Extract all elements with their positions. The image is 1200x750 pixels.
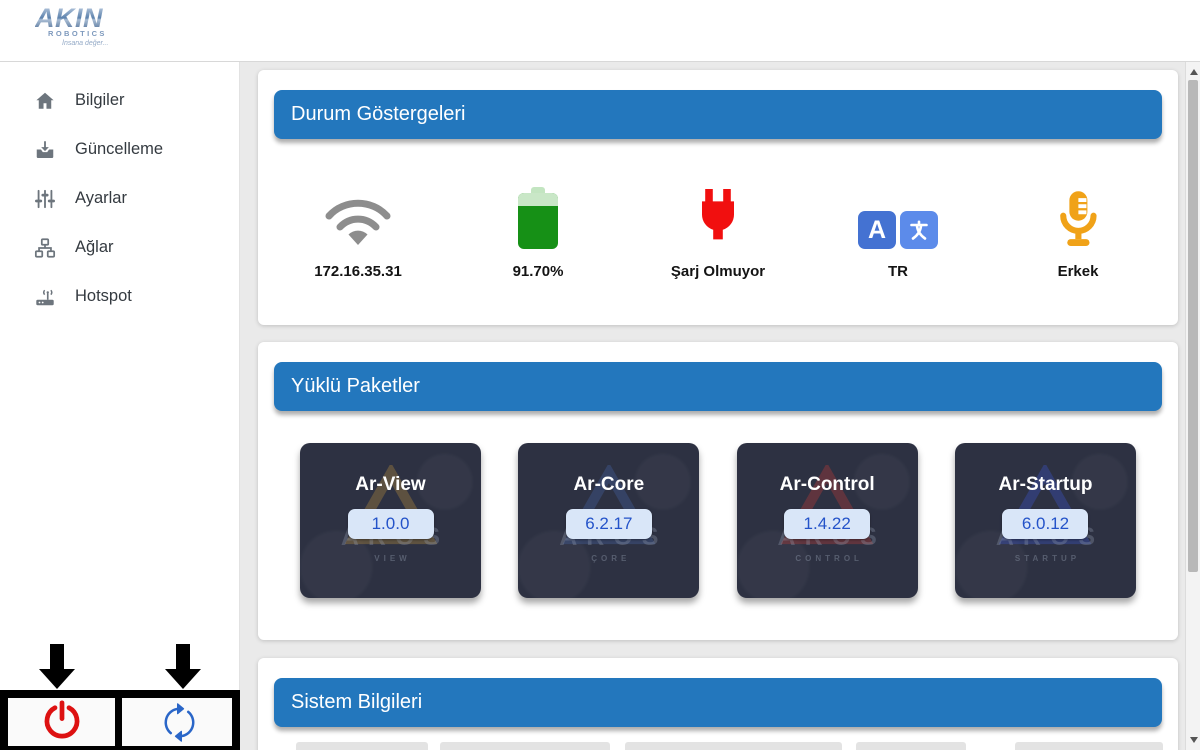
system-table-header-cell — [856, 742, 966, 750]
system-card: Sistem Bilgileri — [258, 658, 1178, 750]
status-card-title: Durum Göstergeleri — [291, 103, 466, 125]
packages-card: Yüklü Paketler AROS VIEW Ar-View 1.0.0 A… — [258, 342, 1178, 640]
package-name: Ar-View — [355, 474, 426, 495]
voice-gender-value: Erkek — [1057, 263, 1099, 280]
aros-watermark-sub: CONTROL — [795, 554, 863, 563]
indicator-ip: 172.16.35.31 — [268, 179, 448, 280]
package-card-ar-core: AROS ÇORE Ar-Core 6.2.17 — [518, 443, 700, 598]
aros-watermark-sub: VIEW — [374, 554, 411, 563]
indicator-language: A TR — [808, 179, 988, 280]
package-name: Ar-Startup — [998, 474, 1093, 495]
sidebar-footer-band — [0, 690, 240, 750]
sidebar-item-bilgiler[interactable]: Bilgiler — [0, 76, 239, 125]
status-card-header: Durum Göstergeleri — [274, 90, 1162, 139]
sidebar-item-label: Ayarlar — [75, 189, 127, 207]
language-value: TR — [888, 263, 908, 280]
system-table-header-cell — [625, 742, 842, 750]
system-card-header: Sistem Bilgileri — [274, 678, 1162, 727]
charging-status-value: Şarj Olmuyor — [670, 263, 766, 280]
restart-button[interactable] — [122, 698, 232, 746]
package-card-ar-startup: AROS STARTUP Ar-Startup 6.0.12 — [954, 443, 1136, 598]
indicator-voice: Erkek — [988, 179, 1168, 280]
translate-icon: A — [858, 179, 938, 249]
sliders-icon — [33, 187, 56, 210]
power-icon — [41, 699, 83, 746]
status-card: Durum Göstergeleri 172.16.35.31 91.70% Ş… — [258, 70, 1178, 325]
indicator-battery: 91.70% — [448, 179, 628, 280]
system-card-title: Sistem Bilgileri — [291, 691, 423, 713]
power-button[interactable] — [8, 698, 115, 746]
packages-row: AROS VIEW Ar-View 1.0.0 AROS ÇORE Ar-Cor… — [258, 443, 1178, 598]
sidebar-nav: Bilgiler Güncelleme Ayarlar Ağlar Hotspo… — [0, 62, 239, 321]
logo-title: AKIN — [35, 5, 108, 32]
logo-tagline: İnsana değer... — [62, 39, 109, 47]
sidebar-item-label: Hotspot — [75, 287, 132, 305]
sidebar-item-label: Bilgiler — [75, 91, 125, 109]
package-version-badge: 6.0.12 — [1002, 509, 1089, 539]
aros-watermark-sub: ÇORE — [591, 554, 631, 563]
annotation-arrow-restart — [165, 644, 201, 689]
akin-robotics-logo: AKIN ROBOTICS İnsana değer... — [35, 5, 108, 47]
home-icon — [33, 89, 56, 112]
sidebar-item-label: Güncelleme — [75, 140, 164, 158]
vertical-scrollbar — [1185, 62, 1200, 750]
network-icon — [33, 236, 56, 259]
package-name: Ar-Control — [779, 474, 875, 495]
scrollbar-down-arrow[interactable] — [1186, 732, 1200, 748]
aros-watermark-sub: STARTUP — [1014, 554, 1081, 563]
sidebar: Bilgiler Güncelleme Ayarlar Ağlar Hotspo… — [0, 62, 240, 750]
system-table-header-cell — [296, 742, 428, 750]
microphone-icon — [1055, 179, 1101, 249]
ip-address-value: 172.16.35.31 — [314, 263, 402, 280]
wifi-icon — [321, 179, 395, 249]
router-icon — [33, 285, 56, 308]
sidebar-item-ayarlar[interactable]: Ayarlar — [0, 174, 239, 223]
indicator-charging: Şarj Olmuyor — [628, 179, 808, 280]
status-indicators: 172.16.35.31 91.70% Şarj Olmuyor A TR Er… — [258, 179, 1178, 280]
packages-card-header: Yüklü Paketler — [274, 362, 1162, 411]
package-version-badge: 1.0.0 — [347, 509, 434, 539]
battery-icon — [518, 179, 558, 249]
plug-icon — [695, 179, 741, 249]
sidebar-item-hotspot[interactable]: Hotspot — [0, 272, 239, 321]
scrollbar-thumb[interactable] — [1188, 80, 1198, 572]
package-name: Ar-Core — [573, 474, 645, 495]
package-version-badge: 1.4.22 — [784, 509, 871, 539]
sidebar-item-aglar[interactable]: Ağlar — [0, 223, 239, 272]
sidebar-item-guncelleme[interactable]: Güncelleme — [0, 125, 239, 174]
system-table-header-cell — [1015, 742, 1163, 750]
app-root: AKIN ROBOTICS İnsana değer... Bilgiler G… — [0, 0, 1200, 750]
battery-percent-value: 91.70% — [512, 263, 564, 280]
package-card-ar-control: AROS CONTROL Ar-Control 1.4.22 — [736, 443, 918, 598]
battery-empty-segment — [518, 193, 558, 206]
system-table-header-cell — [440, 742, 610, 750]
package-card-ar-view: AROS VIEW Ar-View 1.0.0 — [300, 443, 481, 598]
translate-right-glyph — [900, 211, 938, 249]
annotation-arrow-power — [39, 644, 75, 689]
package-version-badge: 6.2.17 — [565, 509, 652, 539]
top-header: AKIN ROBOTICS İnsana değer... — [0, 0, 1200, 62]
scrollbar-up-arrow[interactable] — [1186, 64, 1200, 80]
sync-icon — [155, 702, 200, 742]
download-tray-icon — [33, 138, 56, 161]
packages-card-title: Yüklü Paketler — [291, 375, 420, 397]
translate-left-glyph: A — [858, 211, 896, 249]
sidebar-item-label: Ağlar — [75, 238, 114, 256]
